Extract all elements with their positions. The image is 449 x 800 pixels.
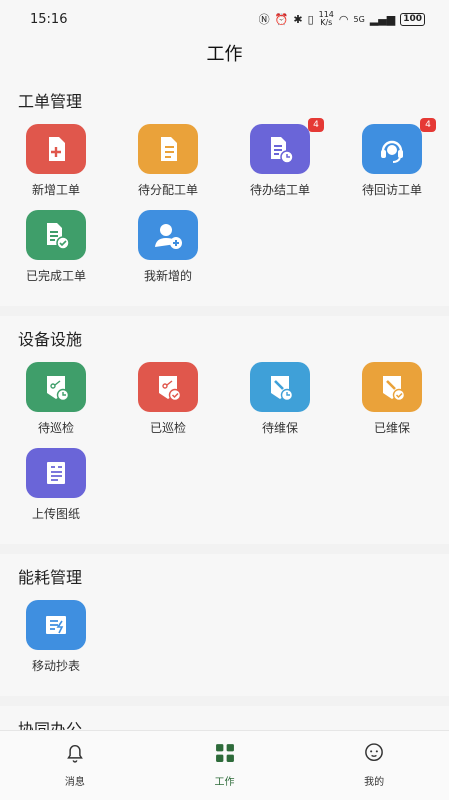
tile-0-3[interactable]: 4 待回访工单 — [336, 118, 448, 198]
patrol-check-icon — [138, 362, 198, 412]
tab-label: 工作 — [214, 776, 235, 788]
tile-label: 待维保 — [261, 421, 298, 435]
network-speed-unit: K/s — [320, 18, 333, 27]
vibrate-icon: ▯ — [307, 12, 314, 26]
tile-1-2[interactable]: 待维保 — [224, 362, 336, 436]
tile-label: 我新增的 — [143, 269, 192, 283]
tile-label: 已完成工单 — [25, 269, 86, 283]
tab-label: 我的 — [364, 776, 385, 788]
tile-label: 已维保 — [373, 421, 410, 435]
nfc-icon: Ⓝ — [258, 13, 270, 26]
wrench-clock-icon — [250, 362, 310, 412]
page-title: 工作 — [0, 38, 449, 78]
tile-0-1[interactable]: 待分配工单 — [112, 124, 224, 198]
alarm-icon: ⏰ — [274, 12, 289, 26]
document-check-icon — [26, 210, 86, 260]
section-1: 设备设施待巡检 已巡检 待维保 已维保上传图纸 — [0, 316, 449, 544]
tile-1-3[interactable]: 已维保 — [336, 362, 448, 436]
document-clock-icon: 4 — [250, 118, 324, 174]
tab-0[interactable]: 消息 — [0, 731, 150, 800]
file-plus-icon — [26, 124, 86, 174]
tile-label: 新增工单 — [31, 183, 80, 197]
status-icons: Ⓝ ⏰ ✱ ▯ 114 K/s ◠ 5G ▂▄▆ 100 — [259, 11, 425, 27]
section-grid: 移动抄表 — [0, 600, 449, 686]
tile-label: 待回访工单 — [361, 183, 422, 197]
tile-0-2[interactable]: 4 待办结工单 — [224, 118, 336, 198]
tile-label: 移动抄表 — [31, 659, 80, 673]
tile-1-4[interactable]: 上传图纸 — [0, 448, 112, 522]
tab-label: 消息 — [64, 776, 85, 788]
signal-type: 5G — [353, 14, 365, 24]
section-title: 设备设施 — [18, 330, 83, 349]
wrench-check-icon — [362, 362, 422, 412]
tile-1-1[interactable]: 已巡检 — [112, 362, 224, 436]
status-time: 15:16 — [30, 11, 68, 27]
tile-label: 待分配工单 — [137, 183, 198, 197]
wifi-icon: ◠ — [338, 12, 349, 26]
work-content[interactable]: 工单管理新增工单 待分配工单 4 待办结工单 4 待回访工单已完成工单 我新增的设备设施待巡… — [0, 78, 449, 730]
bluetooth-icon: ✱ — [293, 12, 303, 26]
tile-label: 上传图纸 — [31, 507, 80, 521]
tile-0-0[interactable]: 新增工单 — [0, 124, 112, 198]
tile-2-0[interactable]: 移动抄表 — [0, 600, 112, 674]
count-badge: 4 — [308, 118, 324, 132]
network-speed: 114 K/s — [319, 11, 334, 27]
drawing-icon — [26, 448, 86, 498]
tile-label: 已巡检 — [149, 421, 186, 435]
grid-icon — [212, 740, 238, 770]
tile-0-4[interactable]: 已完成工单 — [0, 210, 112, 284]
face-icon — [361, 740, 387, 770]
battery-icon: 100 — [400, 12, 425, 26]
section-title: 能耗管理 — [18, 568, 83, 587]
bottom-tab-bar: 消息 工作 我的 — [0, 730, 449, 800]
tab-1[interactable]: 工作 — [150, 731, 300, 800]
section-title: 协同办公 — [18, 720, 83, 730]
section-2: 能耗管理移动抄表 — [0, 554, 449, 696]
tile-0-5[interactable]: 我新增的 — [112, 210, 224, 284]
section-grid: 新增工单 待分配工单 4 待办结工单 4 待回访工单已完成工单 我新增的 — [0, 118, 449, 296]
section-grid: 待巡检 已巡检 待维保 已维保上传图纸 — [0, 362, 449, 534]
user-add-icon — [138, 210, 198, 260]
meter-icon — [26, 600, 86, 650]
section-0: 工单管理新增工单 待分配工单 4 待办结工单 4 待回访工单已完成工单 我新增的 — [0, 78, 449, 306]
bell-icon — [62, 740, 88, 770]
tile-label: 待办结工单 — [249, 183, 310, 197]
document-icon — [138, 124, 198, 174]
status-bar: 15:16 Ⓝ ⏰ ✱ ▯ 114 K/s ◠ 5G ▂▄▆ 100 — [0, 0, 449, 38]
tab-2[interactable]: 我的 — [299, 731, 449, 800]
headset-icon: 4 — [362, 118, 436, 174]
patrol-clock-icon — [26, 362, 86, 412]
section-3: 协同办公 — [0, 706, 449, 730]
section-title: 工单管理 — [18, 92, 83, 111]
count-badge: 4 — [420, 118, 436, 132]
tile-label: 待巡检 — [37, 421, 74, 435]
signal-icon: ▂▄▆ — [369, 12, 396, 26]
tile-1-0[interactable]: 待巡检 — [0, 362, 112, 436]
